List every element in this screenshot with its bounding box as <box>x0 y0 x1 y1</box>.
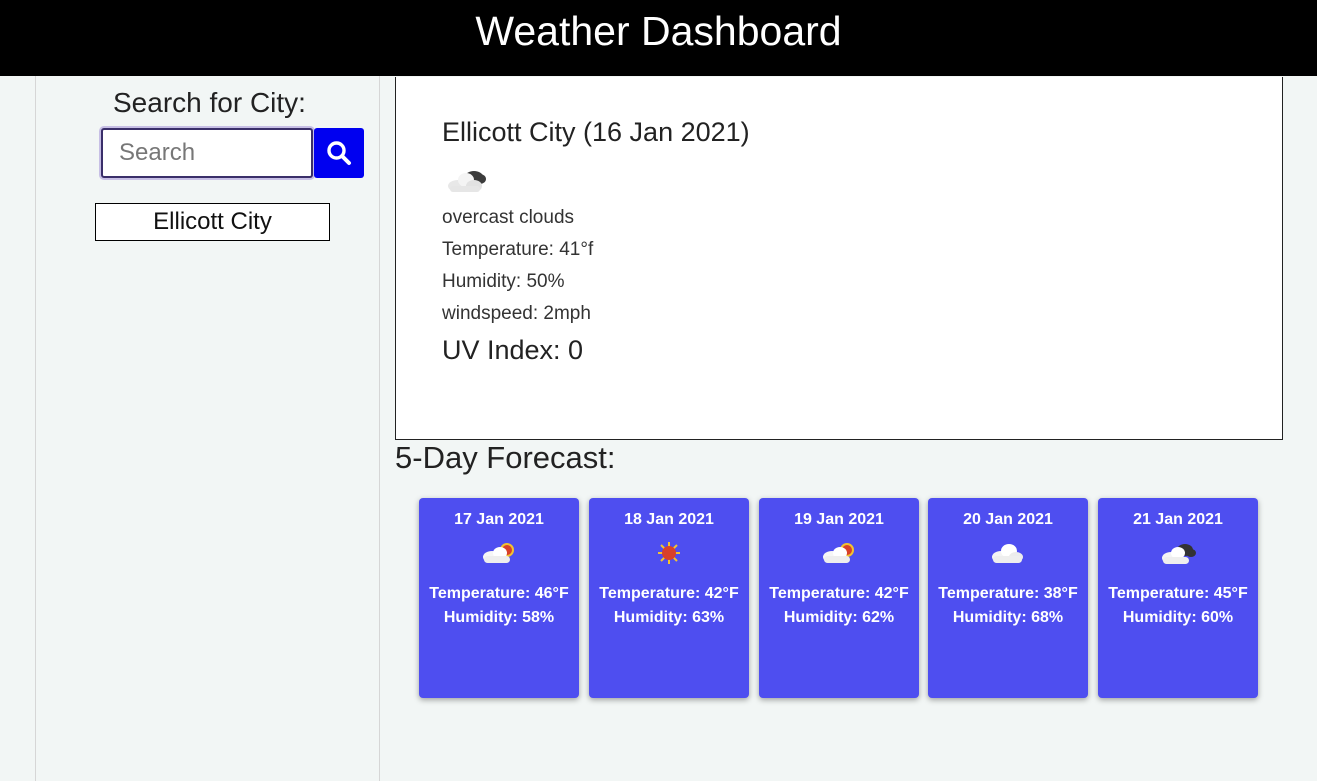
forecast-humidity: Humidity: 68% <box>952 609 1064 626</box>
forecast-temperature: Temperature: 45°F <box>1108 585 1248 602</box>
forecast-temperature: Temperature: 38°F <box>938 585 1078 602</box>
forecast-card: 18 Jan 2021 Temperature: 42°F Humidity: … <box>589 498 749 698</box>
forecast-card: 19 Jan 2021 Temperature: 42°F Humidity: … <box>759 498 919 698</box>
current-temperature: Temperature: 41°f <box>442 239 594 260</box>
forecast-title: 5-Day Forecast: <box>395 440 616 475</box>
forecast-card: 21 Jan 2021 Temperature: 45°F Humidity: … <box>1098 498 1258 698</box>
uv-index: UV Index: 0 <box>442 335 584 365</box>
forecast-date: 17 Jan 2021 <box>454 511 544 528</box>
forecast-date: 21 Jan 2021 <box>1133 511 1223 528</box>
broken-clouds-icon <box>1098 540 1258 566</box>
forecast-date: 19 Jan 2021 <box>794 511 884 528</box>
forecast-humidity: Humidity: 58% <box>443 609 555 626</box>
sidebar: Search for City: Ellicott City <box>35 76 380 781</box>
search-title: Search for City: <box>113 87 306 118</box>
clear-sky-icon <box>589 540 749 566</box>
forecast-humidity: Humidity: 63% <box>613 609 725 626</box>
forecast-card: 20 Jan 2021 Temperature: 38°F Humidity: … <box>928 498 1088 698</box>
forecast-card: 17 Jan 2021 Temperature: 46°F Humidity: … <box>419 498 579 698</box>
search-button[interactable] <box>314 128 364 178</box>
current-windspeed: windspeed: 2mph <box>442 303 591 324</box>
header-bar: Weather Dashboard <box>0 0 1317 76</box>
forecast-temperature: Temperature: 46°F <box>429 585 569 602</box>
current-city-date: Ellicott City (16 Jan 2021) <box>442 117 750 147</box>
overcast-clouds-icon <box>444 165 490 200</box>
forecast-temperature: Temperature: 42°F <box>599 585 739 602</box>
search-input[interactable] <box>101 128 313 178</box>
search-icon <box>327 141 351 165</box>
forecast-humidity: Humidity: 62% <box>783 609 895 626</box>
forecast-humidity: Humidity: 60% <box>1122 609 1234 626</box>
current-humidity: Humidity: 50% <box>442 271 565 292</box>
few-clouds-icon <box>759 540 919 566</box>
page-title: Weather Dashboard <box>475 7 842 54</box>
current-weather-card: Ellicott City (16 Jan 2021) overcast clo… <box>395 77 1283 440</box>
history-city-button[interactable]: Ellicott City <box>95 203 330 241</box>
few-clouds-icon <box>419 540 579 566</box>
scattered-clouds-icon <box>928 540 1088 566</box>
forecast-date: 18 Jan 2021 <box>624 511 714 528</box>
forecast-temperature: Temperature: 42°F <box>769 585 909 602</box>
forecast-date: 20 Jan 2021 <box>963 511 1053 528</box>
weather-description: overcast clouds <box>442 207 575 228</box>
